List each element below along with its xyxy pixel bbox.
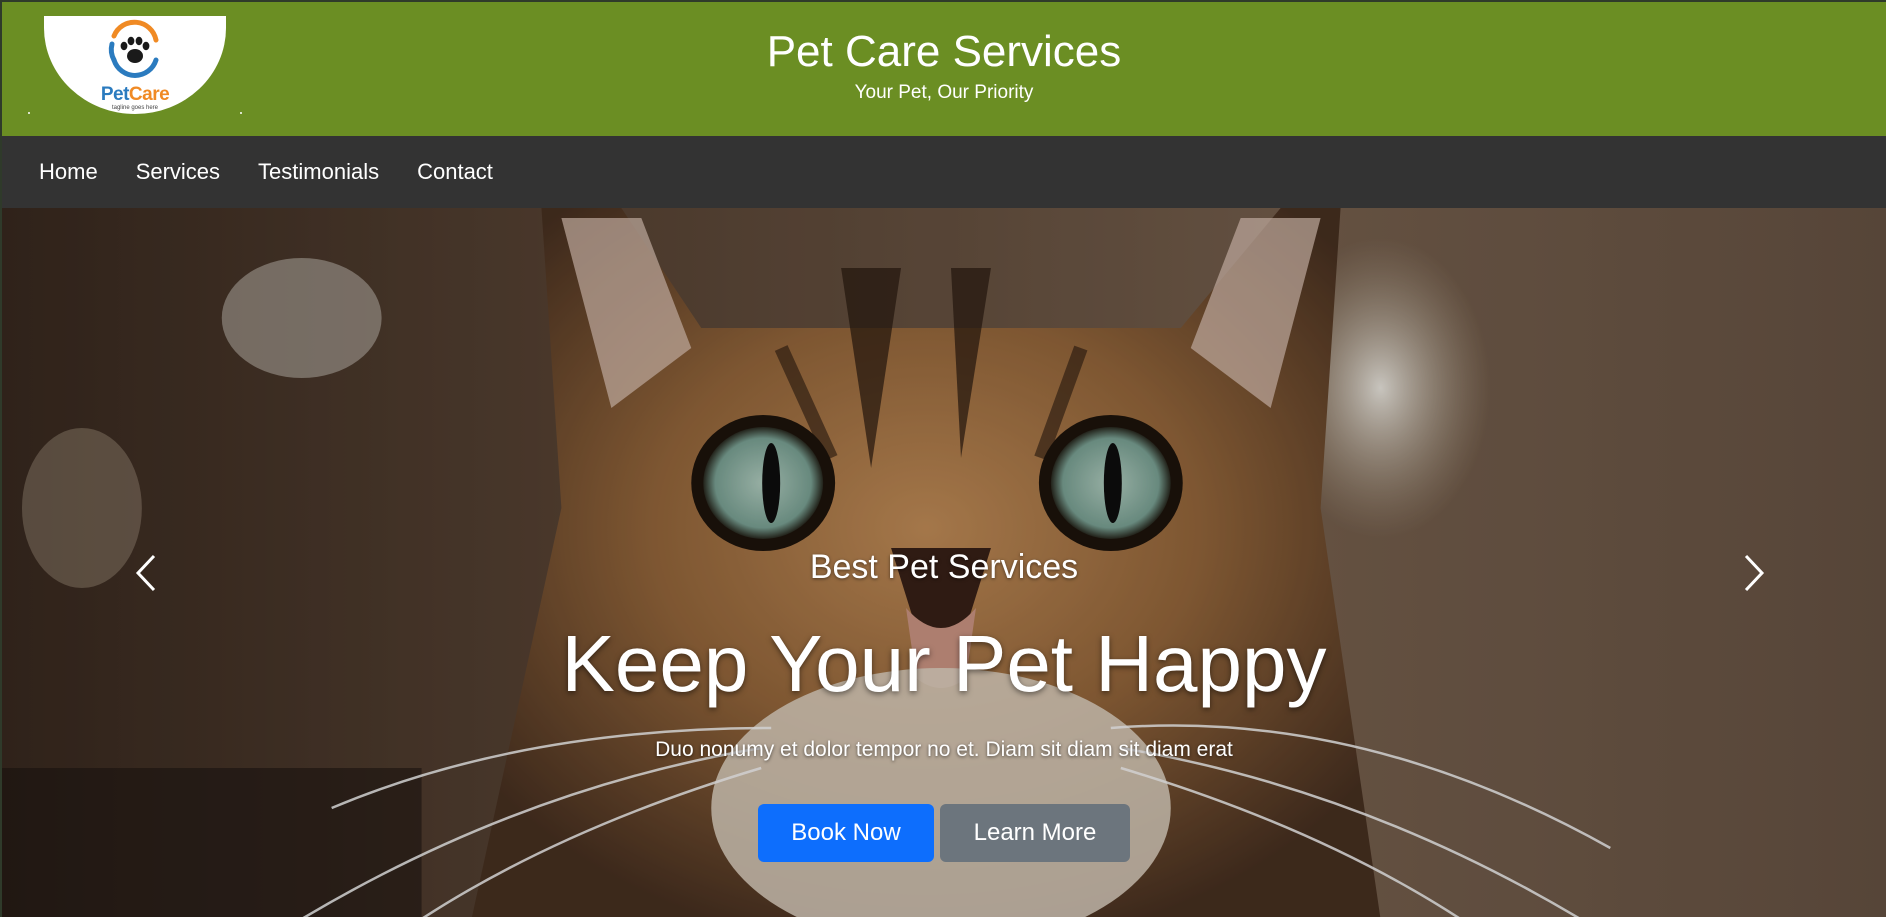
hero-kicker: Best Pet Services (809, 548, 1079, 586)
nav-item-testimonials[interactable]: Testimonials (258, 159, 379, 185)
header-titles: Pet Care Services Your Pet, Our Priority (2, 27, 1886, 104)
site-tagline: Your Pet, Our Priority (854, 82, 1034, 104)
nav-item-contact[interactable]: Contact (417, 159, 493, 185)
hero-description: Duo nonumy et dolor tempor no et. Diam s… (655, 738, 1233, 761)
nav-list: Home Services Testimonials Contact (2, 136, 1886, 208)
nav-item-services[interactable]: Services (136, 159, 220, 185)
hero-buttons: Book Now Learn More (2, 804, 1886, 862)
book-now-button[interactable]: Book Now (758, 804, 934, 862)
logo-tagline: tagline goes here (111, 105, 159, 111)
logo-decoration (28, 112, 244, 116)
hero-content: Best Pet Services Keep Your Pet Happy Du… (2, 550, 1886, 862)
site-title: Pet Care Services (766, 27, 1122, 76)
site-header: PetCare tagline goes here Pet Care Servi… (2, 2, 1886, 136)
nav-item-home[interactable]: Home (39, 159, 98, 185)
hero-carousel: Best Pet Services Keep Your Pet Happy Du… (2, 208, 1886, 917)
hero-heading: Keep Your Pet Happy (561, 619, 1327, 708)
learn-more-button[interactable]: Learn More (940, 804, 1130, 862)
main-nav: Home Services Testimonials Contact (2, 136, 1886, 208)
page: PetCare tagline goes here Pet Care Servi… (0, 0, 1886, 917)
